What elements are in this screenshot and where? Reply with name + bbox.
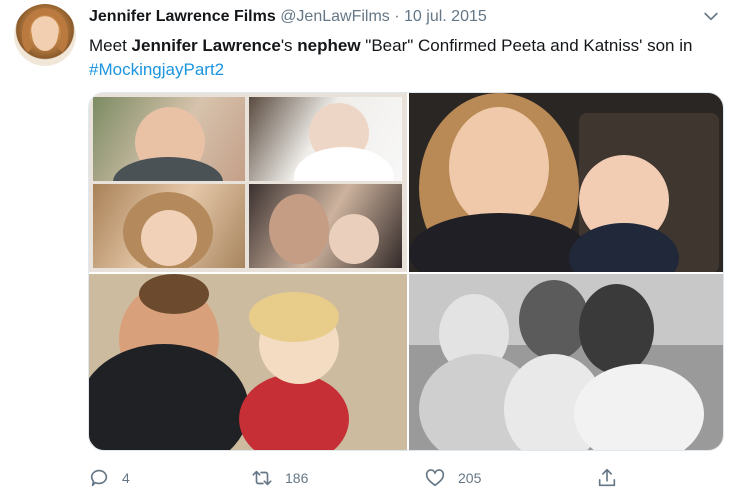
collage-photo-1 (93, 97, 245, 181)
reply-icon (90, 469, 108, 487)
tweet-text-bold-nephew: nephew (297, 36, 361, 55)
reply-button[interactable]: 4 (88, 460, 130, 496)
tweet-header: Jennifer Lawrence Films @JenLawFilms · 1… (89, 6, 721, 28)
share-button[interactable] (596, 460, 618, 496)
like-count: 205 (458, 470, 482, 486)
separator-dot: · (394, 8, 400, 25)
photo-collage[interactable] (89, 93, 407, 272)
retweet-count: 186 (285, 470, 309, 486)
tweet-actions: 4 186 205 (88, 460, 724, 496)
reply-count: 4 (122, 470, 130, 486)
photo-woman-with-baby[interactable] (409, 93, 723, 272)
share-icon (598, 468, 616, 487)
photo-man-with-boy-beach[interactable] (89, 274, 407, 450)
tweet-text-part: Meet (89, 36, 132, 55)
hashtag-link[interactable]: #MockingjayPart2 (89, 60, 224, 79)
collage-photo-2 (249, 97, 402, 181)
collage-photo-3 (93, 184, 245, 268)
retweet-icon (252, 470, 272, 486)
author-handle[interactable]: @JenLawFilms (280, 8, 390, 25)
author-name[interactable]: Jennifer Lawrence Films (89, 8, 276, 25)
avatar[interactable] (14, 4, 76, 66)
like-icon (425, 469, 445, 487)
tweet-text-bold-name: Jennifer Lawrence (131, 36, 281, 55)
chevron-down-icon[interactable] (701, 6, 721, 26)
photo-family-bw[interactable] (409, 274, 723, 450)
media-grid (88, 92, 724, 451)
tweet-date[interactable]: 10 jul. 2015 (404, 8, 487, 25)
tweet-text: Meet Jennifer Lawrence's nephew "Bear" C… (89, 34, 724, 82)
collage-photo-4 (249, 184, 402, 268)
tweet-text-part: "Bear" Confirmed Peeta and Katniss' son … (360, 36, 693, 55)
retweet-button[interactable]: 186 (251, 460, 308, 496)
avatar-face (32, 17, 58, 51)
like-button[interactable]: 205 (424, 460, 481, 496)
tweet-text-part: 's (280, 36, 298, 55)
